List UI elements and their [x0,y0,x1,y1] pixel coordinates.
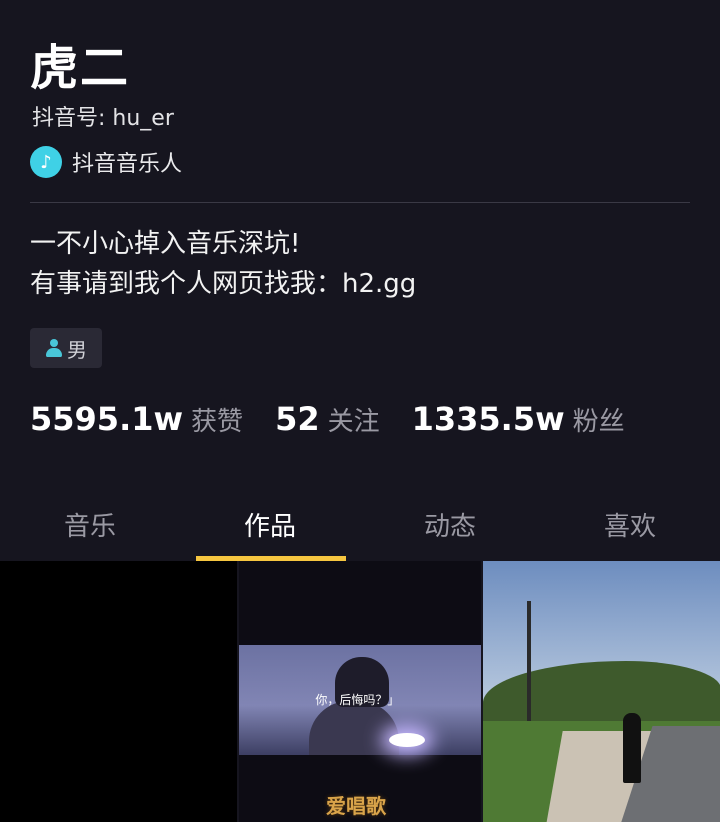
divider [30,202,690,203]
tab-music[interactable]: 音乐 [0,490,180,562]
bio-line-1: 一不小心掉入音乐深坑! [30,229,301,259]
music-note-icon: ♪ [30,146,62,178]
profile-name: 虎二 [30,40,131,96]
video-subtitle: 你，后悔吗？」 [315,693,400,707]
stat-following-value: 52 [275,400,320,438]
profile-tabs: 音乐 作品 动态 喜欢 [0,490,720,562]
tab-likes[interactable]: 喜欢 [540,490,720,562]
person-icon [45,339,63,357]
musician-badge[interactable]: ♪ 抖音音乐人 [30,146,182,178]
gender-label: 男 [67,337,87,362]
utility-pole [526,601,531,721]
tab-works[interactable]: 作品 [180,490,360,562]
profile-header: 虎二 抖音号: hu_er ♪ 抖音音乐人 一不小心掉入音乐深坑! 有事请到我个… [0,0,720,560]
douyin-id: 抖音号: hu_er [32,106,174,131]
stats-row: 5595.1w 获赞 52 关注 1335.5w 粉丝 [30,400,657,438]
stat-likes-label: 获赞 [191,407,244,437]
stat-followers-label: 粉丝 [572,407,625,437]
video-grid: 你，后悔吗？」 [0,561,720,822]
stat-likes[interactable]: 5595.1w 获赞 [30,400,243,438]
musician-badge-label: 抖音音乐人 [72,152,183,177]
stat-following[interactable]: 52 关注 [275,400,380,438]
bio-line-2: 有事请到我个人网页找我：h2.gg [30,269,417,299]
walking-person [622,713,641,783]
tab-dynamics[interactable]: 动态 [360,490,540,562]
gender-tag: 男 [30,328,102,368]
stat-following-label: 关注 [327,407,380,437]
stat-likes-value: 5595.1w [30,400,184,438]
stat-followers[interactable]: 1335.5w 粉丝 [412,400,625,438]
video-thumbnail-3[interactable] [482,561,720,822]
watermark: 爱唱歌 [326,794,386,818]
video-thumbnail-1[interactable] [0,561,238,822]
bio: 一不小心掉入音乐深坑! 有事请到我个人网页找我：h2.gg [30,224,416,304]
stat-followers-value: 1335.5w [411,400,565,438]
video-thumbnail-2[interactable]: 你，后悔吗？」 [239,561,481,822]
